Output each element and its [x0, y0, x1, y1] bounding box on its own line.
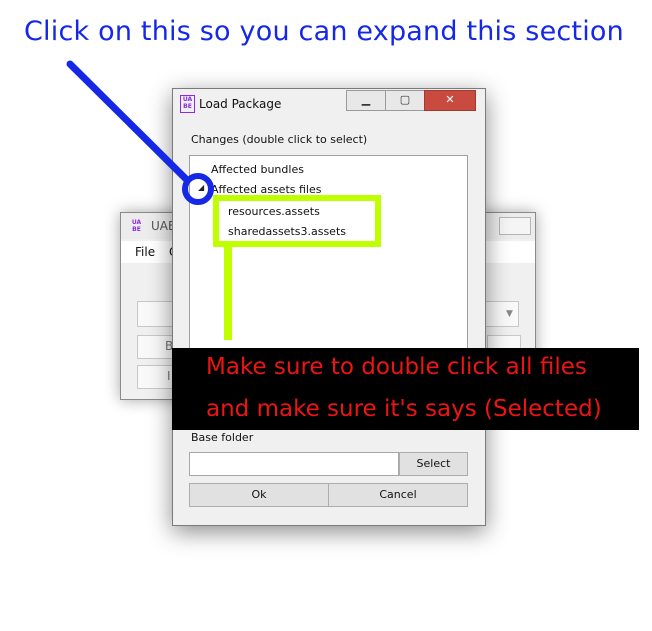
- annotation-callout-box: Make sure to double click all files and …: [172, 348, 639, 430]
- select-button[interactable]: Select: [399, 452, 468, 476]
- uabe-button-2-label: I: [167, 369, 171, 383]
- tree-node-affected-assets[interactable]: Affected assets files: [211, 183, 321, 196]
- callout-text-line-2: and make sure it's says (Selected): [206, 396, 602, 422]
- uabe-logo-icon: UA BE: [131, 219, 142, 233]
- cancel-button[interactable]: Cancel: [328, 483, 468, 507]
- tree-item-sharedassets3-assets[interactable]: sharedassets3.assets: [228, 225, 346, 238]
- tree-expander-icon[interactable]: ◢: [198, 183, 204, 192]
- minimize-button[interactable]: ▁: [346, 90, 386, 111]
- uabe-logo-icon: UA BE: [180, 95, 195, 113]
- maximize-button[interactable]: ▢: [385, 90, 425, 111]
- load-package-dialog: UA BE Load Package ▁ ▢ ✕ Changes (double…: [172, 88, 486, 526]
- changes-label: Changes (double click to select): [191, 133, 368, 146]
- ok-button[interactable]: Ok: [189, 483, 329, 507]
- dialog-title: Load Package: [199, 97, 282, 111]
- menu-file[interactable]: File: [135, 245, 155, 259]
- tree-item-resources-assets[interactable]: resources.assets: [228, 205, 320, 218]
- close-button[interactable]: ✕: [424, 90, 476, 111]
- callout-text-line-1: Make sure to double click all files: [206, 354, 587, 380]
- uabe-close-button[interactable]: [499, 217, 531, 235]
- base-folder-label: Base folder: [191, 431, 254, 444]
- tree-node-affected-bundles[interactable]: Affected bundles: [211, 163, 304, 176]
- dialog-titlebar: UA BE Load Package ▁ ▢ ✕: [173, 89, 485, 117]
- chevron-down-icon: ▼: [506, 309, 513, 319]
- annotation-instruction-text: Click on this so you can expand this sec…: [24, 16, 624, 47]
- annotation-pointer-line: [66, 60, 191, 184]
- base-folder-input[interactable]: [189, 452, 399, 476]
